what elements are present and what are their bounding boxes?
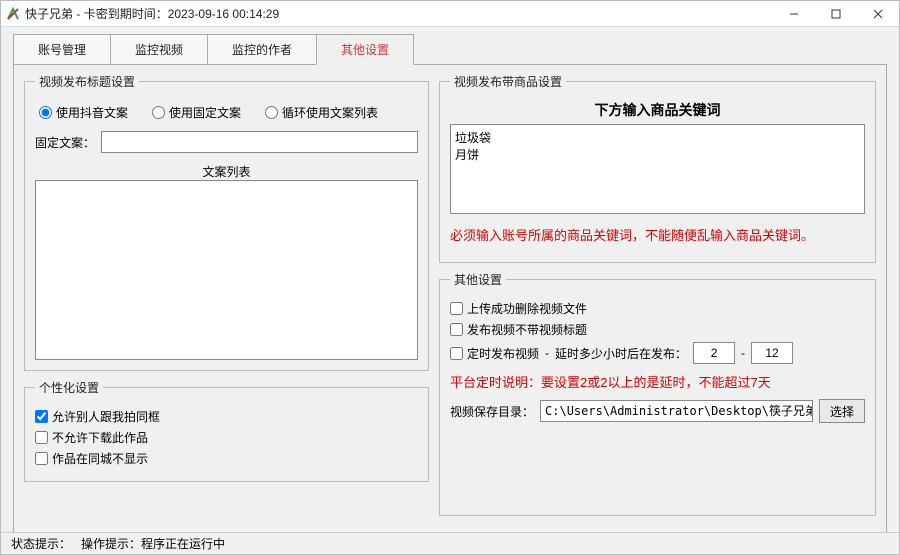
timer-to-input[interactable] xyxy=(751,342,793,364)
keyword-textarea[interactable] xyxy=(450,124,865,214)
group-goods-legend: 视频发布带商品设置 xyxy=(450,73,566,90)
timer-from-input[interactable] xyxy=(693,342,735,364)
chk-timer-input[interactable] xyxy=(450,347,463,360)
fixed-text-label: 固定文案： xyxy=(35,134,95,151)
chk-follow-input[interactable] xyxy=(35,410,48,423)
chk-hide-city[interactable]: 作品在同城不显示 xyxy=(35,450,148,467)
tab-page-other: 视频发布标题设置 使用抖音文案 使用固定文案 循环使用文案列表 xyxy=(13,64,887,533)
save-path-field[interactable]: C:\Users\Administrator\Desktop\筷子兄弟\视频 xyxy=(540,400,813,422)
tab-account[interactable]: 账号管理 xyxy=(13,34,111,65)
chk-follow[interactable]: 允许别人跟我拍同框 xyxy=(35,408,160,425)
chk-hide-city-input[interactable] xyxy=(35,452,48,465)
timer-label: 延时多少小时后在发布： xyxy=(555,345,687,362)
group-title-legend: 视频发布标题设置 xyxy=(35,73,139,90)
tab-monitor-author[interactable]: 监控的作者 xyxy=(207,34,317,65)
copy-list-box[interactable] xyxy=(35,180,418,360)
save-path-row: 视频保存目录： C:\Users\Administrator\Desktop\筷… xyxy=(450,399,865,423)
left-column: 视频发布标题设置 使用抖音文案 使用固定文案 循环使用文案列表 xyxy=(24,73,429,524)
fixed-text-input[interactable] xyxy=(101,131,418,153)
keyword-warning: 必须输入账号所属的商品关键词，不能随便乱输入商品关键词。 xyxy=(450,225,865,244)
radio-douyin[interactable]: 使用抖音文案 xyxy=(39,104,128,121)
content-root: 账号管理 监控视频 监控的作者 其他设置 视频发布标题设置 使用抖音文案 使用固… xyxy=(1,27,899,532)
tab-monitor-video[interactable]: 监控视频 xyxy=(110,34,208,65)
chk-no-download-input[interactable] xyxy=(35,431,48,444)
chk-no-title[interactable]: 发布视频不带视频标题 xyxy=(450,321,587,338)
status-right: 操作提示：程序正在运行中 xyxy=(81,535,225,552)
chk-del-after[interactable]: 上传成功删除视频文件 xyxy=(450,300,587,317)
radio-fixed-input[interactable] xyxy=(152,106,165,119)
tab-strip: 账号管理 监控视频 监控的作者 其他设置 xyxy=(13,33,887,64)
list-label: 文案列表 xyxy=(35,163,418,180)
choose-path-button[interactable]: 选择 xyxy=(819,399,865,423)
fixed-text-row: 固定文案： xyxy=(35,131,418,153)
app-icon xyxy=(5,6,21,22)
close-button[interactable] xyxy=(857,1,899,27)
radio-loop[interactable]: 循环使用文案列表 xyxy=(265,104,378,121)
group-personal-legend: 个性化设置 xyxy=(35,379,103,396)
radio-fixed[interactable]: 使用固定文案 xyxy=(152,104,241,121)
right-column: 视频发布带商品设置 下方输入商品关键词 必须输入账号所属的商品关键词，不能随便乱… xyxy=(439,73,876,524)
status-left: 状态提示： xyxy=(11,535,71,552)
title-radio-row: 使用抖音文案 使用固定文案 循环使用文案列表 xyxy=(39,104,418,121)
maximize-button[interactable] xyxy=(815,1,857,27)
group-other-legend: 其他设置 xyxy=(450,271,506,288)
chk-del-after-input[interactable] xyxy=(450,302,463,315)
status-bar: 状态提示： 操作提示：程序正在运行中 xyxy=(1,532,899,554)
chk-no-title-input[interactable] xyxy=(450,323,463,336)
keyword-head: 下方输入商品关键词 xyxy=(450,100,865,120)
group-other: 其他设置 上传成功删除视频文件 发布视频不带视频标题 定时发布视频 - 延时多少… xyxy=(439,271,876,516)
expiry-prefix: 卡密到期时间： xyxy=(84,7,168,21)
timer-note: 平台定时说明：要设置2或2以上的是延时，不能超过7天 xyxy=(450,372,865,391)
timer-row: 定时发布视频 - 延时多少小时后在发布： - xyxy=(450,342,865,364)
chk-no-download[interactable]: 不允许下载此作品 xyxy=(35,429,148,446)
app-name: 快子兄弟 xyxy=(25,7,73,21)
group-goods: 视频发布带商品设置 下方输入商品关键词 必须输入账号所属的商品关键词，不能随便乱… xyxy=(439,73,876,263)
minimize-button[interactable] xyxy=(773,1,815,27)
tab-other-settings[interactable]: 其他设置 xyxy=(316,34,414,65)
chk-timer[interactable]: 定时发布视频 xyxy=(450,345,539,362)
expiry-time: 2023-09-16 00:14:29 xyxy=(168,7,279,21)
group-title-settings: 视频发布标题设置 使用抖音文案 使用固定文案 循环使用文案列表 xyxy=(24,73,429,371)
radio-loop-input[interactable] xyxy=(265,106,278,119)
window-title: 快子兄弟 - 卡密到期时间：2023-09-16 00:14:29 xyxy=(25,5,279,22)
radio-douyin-input[interactable] xyxy=(39,106,52,119)
group-personal: 个性化设置 允许别人跟我拍同框 不允许下载此作品 作品在同城不显示 xyxy=(24,379,429,482)
save-path-label: 视频保存目录： xyxy=(450,403,534,420)
titlebar: 快子兄弟 - 卡密到期时间：2023-09-16 00:14:29 xyxy=(1,1,899,27)
